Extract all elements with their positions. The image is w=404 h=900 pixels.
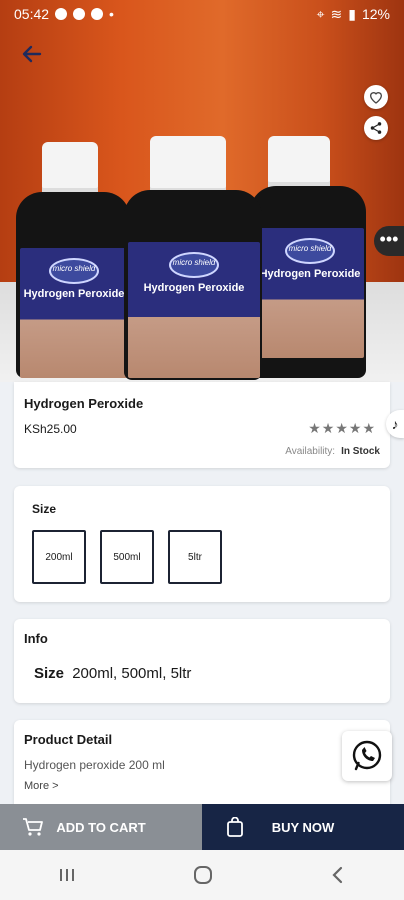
whatsapp-notification-icon <box>73 8 86 20</box>
size-option[interactable]: 200ml <box>32 530 86 584</box>
back-nav-icon[interactable] <box>329 865 347 885</box>
whatsapp-icon <box>352 740 382 771</box>
rating-stars: ★★★★★ <box>308 420 376 436</box>
info-size-row: Size 200ml, 500ml, 5ltr <box>34 665 191 682</box>
availability-value: In Stock <box>341 446 380 457</box>
detail-description: Hydrogen peroxide 200 ml <box>24 758 165 772</box>
cart-icon <box>23 818 43 836</box>
share-button[interactable] <box>364 116 388 140</box>
notification-icon <box>55 8 68 20</box>
heart-icon <box>369 92 383 104</box>
bag-icon <box>227 817 243 837</box>
brand-logo: micro shield <box>49 258 99 284</box>
add-to-cart-label: ADD TO CART <box>56 819 146 835</box>
signal-icon: ▮ <box>348 5 356 22</box>
action-bar: ADD TO CART BUY NOW <box>0 804 404 850</box>
wishlist-button[interactable] <box>364 85 388 109</box>
google-icon <box>91 8 104 20</box>
recent-apps-icon[interactable] <box>57 866 77 884</box>
size-heading: Size <box>32 502 57 516</box>
product-summary-card: Hydrogen Peroxide KSh25.00 ★★★★★ Availab… <box>14 382 390 468</box>
product-price: KSh25.00 <box>24 422 77 436</box>
more-link[interactable]: More > <box>24 780 59 792</box>
bottle-right: micro shield Hydrogen Peroxide <box>250 136 368 382</box>
status-time: 05:42 <box>14 6 50 22</box>
more-dots-icon[interactable]: ••• <box>374 226 404 256</box>
buy-now-label: BUY NOW <box>271 819 335 835</box>
battery-level: 12% <box>361 6 390 22</box>
back-button[interactable] <box>18 40 46 68</box>
buy-now-button[interactable]: BUY NOW <box>202 804 404 850</box>
home-icon[interactable] <box>192 864 214 886</box>
system-nav-bar <box>0 850 404 900</box>
size-option[interactable]: 5ltr <box>168 530 222 584</box>
bottle-label: Hydrogen Peroxide <box>143 282 245 294</box>
location-icon: ⌖ <box>316 5 325 22</box>
info-size-value: 200ml, 500ml, 5ltr <box>72 665 192 682</box>
bottle-left: micro shield Hydrogen Peroxide <box>14 142 132 382</box>
info-card: Info Size 200ml, 500ml, 5ltr <box>14 619 390 703</box>
availability-label: Availability: <box>285 446 336 457</box>
size-card: Size 200ml 500ml 5ltr <box>14 486 390 602</box>
bottle-label: Hydrogen Peroxide <box>259 268 361 280</box>
product-image: micro shield Hydrogen Peroxide micro shi… <box>0 0 404 382</box>
availability: Availability: In Stock <box>285 446 380 457</box>
status-bar: 05:42 • ⌖ ≋ ▮ 12% <box>0 0 404 28</box>
whatsapp-button[interactable] <box>342 731 392 781</box>
bottle-label: Hydrogen Peroxide <box>23 288 125 300</box>
brand-logo: micro shield <box>285 238 335 264</box>
info-size-label: Size <box>34 665 65 682</box>
info-heading: Info <box>24 631 48 646</box>
back-arrow-icon <box>22 45 42 63</box>
product-title: Hydrogen Peroxide <box>24 396 144 411</box>
share-icon <box>370 122 382 134</box>
wifi-icon: ≋ <box>330 5 343 22</box>
product-detail-card: Product Detail Hydrogen peroxide 200 ml … <box>14 720 390 810</box>
brand-logo: micro shield <box>169 252 219 278</box>
more-notifications-icon: • <box>109 6 114 22</box>
bottle-middle: micro shield Hydrogen Peroxide <box>124 136 264 382</box>
add-to-cart-button[interactable]: ADD TO CART <box>0 804 202 850</box>
size-option[interactable]: 500ml <box>100 530 154 584</box>
detail-heading: Product Detail <box>24 732 113 747</box>
